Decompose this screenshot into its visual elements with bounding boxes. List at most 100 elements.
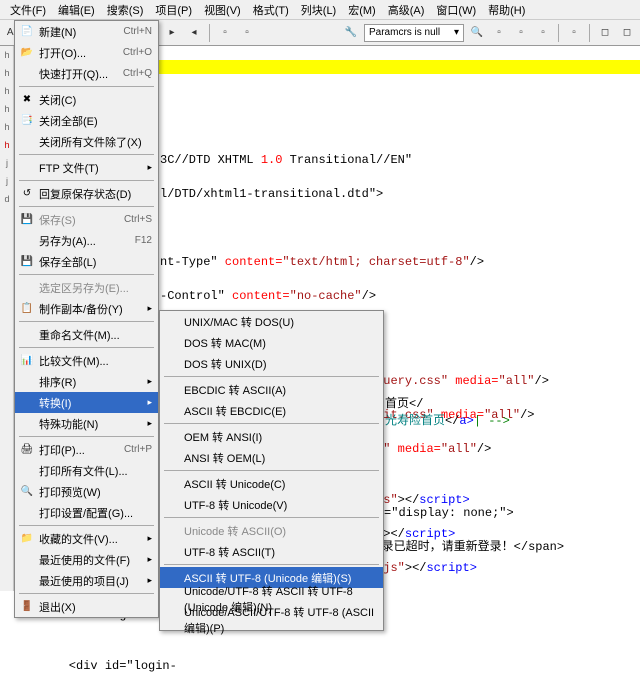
submenu-item[interactable]: Unicode 转 ASCII(O) (160, 520, 383, 541)
menu-icon (164, 450, 180, 466)
tool-icon[interactable]: ▫ (534, 24, 552, 42)
menu-item[interactable]: 💾保存(S)Ctrl+S (15, 209, 158, 230)
menu-icon: 📂 (19, 45, 35, 61)
menu-icon: 💾 (19, 212, 35, 228)
menu-item[interactable]: 帮助(H) (482, 0, 531, 19)
submenu-item[interactable]: ASCII 转 Unicode(C) (160, 473, 383, 494)
menu-item[interactable]: 编辑(E) (52, 0, 101, 19)
menu-icon: 📊 (19, 353, 35, 369)
menu-icon (164, 544, 180, 560)
menu-icon (164, 403, 180, 419)
menu-icon: 📑 (19, 113, 35, 129)
menu-item[interactable]: 快速打开(Q)...Ctrl+Q (15, 63, 158, 84)
menu-icon (164, 497, 180, 513)
menu-icon (164, 314, 180, 330)
tool-icon[interactable]: ▫ (565, 24, 583, 42)
outdent-icon[interactable]: ◂ (185, 24, 203, 42)
menu-icon: 🔍 (19, 484, 35, 500)
menu-icon (164, 570, 180, 586)
menu-icon (19, 134, 35, 150)
menu-item[interactable]: 📂打开(O)...Ctrl+O (15, 42, 158, 63)
menu-icon (19, 66, 35, 82)
menu-item[interactable]: 🔍打印预览(W) (15, 481, 158, 502)
menu-item[interactable]: 最近使用的项目(J)▸ (15, 570, 158, 591)
tool-icon[interactable]: ▫ (490, 24, 508, 42)
menu-item[interactable]: 最近使用的文件(F)▸ (15, 549, 158, 570)
menu-item[interactable]: 排序(R)▸ (15, 371, 158, 392)
indent-icon[interactable]: ▸ (163, 24, 181, 42)
submenu-item[interactable]: UNIX/MAC 转 DOS(U) (160, 311, 383, 332)
menu-item[interactable]: ↺回复原保存状态(D) (15, 183, 158, 204)
menu-icon: 📄 (19, 24, 35, 40)
menu-icon (19, 552, 35, 568)
tab-icons: hhhhhhjjd (0, 46, 14, 208)
menu-item[interactable]: 打印设置/配置(G)... (15, 502, 158, 523)
menu-item[interactable]: 转换(I)▸ (15, 392, 158, 413)
menu-item[interactable]: 宏(M) (342, 0, 382, 19)
menu-item[interactable]: 视图(V) (198, 0, 247, 19)
menu-item[interactable]: 特殊功能(N)▸ (15, 413, 158, 434)
menu-item[interactable]: 文件(F) (4, 0, 52, 19)
menu-item[interactable]: 窗口(W) (430, 0, 482, 19)
menu-item[interactable]: 打印所有文件(L)... (15, 460, 158, 481)
menu-item[interactable]: 📊比较文件(M)... (15, 350, 158, 371)
menu-icon (164, 476, 180, 492)
tool-icon[interactable]: 🔧 (342, 24, 360, 42)
menu-item[interactable]: FTP 文件(T)▸ (15, 157, 158, 178)
menu-item[interactable]: 🖨打印(P)...Ctrl+P (15, 439, 158, 460)
submenu-item[interactable]: UTF-8 转 Unicode(V) (160, 494, 383, 515)
tool-icon[interactable]: ▫ (238, 24, 256, 42)
menubar: 文件(F)编辑(E)搜索(S)项目(P)视图(V)格式(T)列块(L)宏(M)高… (0, 0, 640, 20)
menu-icon (19, 327, 35, 343)
menu-item[interactable]: 格式(T) (247, 0, 295, 19)
menu-item[interactable]: ✖关闭(C) (15, 89, 158, 110)
submenu-item[interactable]: OEM 转 ANSI(I) (160, 426, 383, 447)
submenu-item[interactable]: EBCDIC 转 ASCII(A) (160, 379, 383, 400)
menu-icon: 💾 (19, 254, 35, 270)
menu-icon (164, 335, 180, 351)
menu-item[interactable]: 列块(L) (295, 0, 342, 19)
submenu-item[interactable]: ANSI 转 OEM(L) (160, 447, 383, 468)
menu-item[interactable]: 搜索(S) (101, 0, 150, 19)
menu-icon (164, 429, 180, 445)
menu-item[interactable]: 💾保存全部(L) (15, 251, 158, 272)
menu-icon (19, 416, 35, 432)
menu-item[interactable]: 关闭所有文件除了(X) (15, 131, 158, 152)
menu-icon (164, 382, 180, 398)
menu-item[interactable]: 项目(P) (149, 0, 198, 19)
submenu-item[interactable]: DOS 转 MAC(M) (160, 332, 383, 353)
menu-icon (19, 280, 35, 296)
menu-item[interactable]: 重命名文件(M)... (15, 324, 158, 345)
menu-icon: ↺ (19, 186, 35, 202)
submenu-item[interactable]: Unicode/ASCII/UTF-8 转 UTF-8 (ASCII 编辑)(P… (160, 609, 383, 630)
menu-item[interactable]: 高级(A) (382, 0, 431, 19)
menu-icon: 📋 (19, 301, 35, 317)
convert-submenu: UNIX/MAC 转 DOS(U)DOS 转 MAC(M)DOS 转 UNIX(… (159, 310, 384, 631)
tool-icon[interactable]: ◻ (596, 24, 614, 42)
menu-icon: 🖨 (19, 442, 35, 458)
menu-icon (19, 395, 35, 411)
menu-icon (19, 573, 35, 589)
menu-icon: ✖ (19, 92, 35, 108)
menu-icon (164, 523, 180, 539)
tool-icon[interactable]: ▫ (216, 24, 234, 42)
tool-icon[interactable]: ◻ (618, 24, 636, 42)
menu-item[interactable]: 📋制作副本/备份(Y)▸ (15, 298, 158, 319)
submenu-item[interactable]: UTF-8 转 ASCII(T) (160, 541, 383, 562)
submenu-item[interactable]: ASCII 转 EBCDIC(E) (160, 400, 383, 421)
submenu-item[interactable]: DOS 转 UNIX(D) (160, 353, 383, 374)
menu-item[interactable]: 📄新建(N)Ctrl+N (15, 21, 158, 42)
menu-icon (19, 505, 35, 521)
menu-icon: 📁 (19, 531, 35, 547)
menu-icon (19, 160, 35, 176)
menu-icon (164, 356, 180, 372)
binoculars-icon[interactable]: 🔍 (468, 24, 486, 42)
menu-item[interactable]: 选定区另存为(E)... (15, 277, 158, 298)
tool-icon[interactable]: ▫ (512, 24, 530, 42)
file-menu: 📄新建(N)Ctrl+N📂打开(O)...Ctrl+O快速打开(Q)...Ctr… (14, 20, 159, 618)
menu-item[interactable]: 📑关闭全部(E) (15, 110, 158, 131)
menu-item[interactable]: 📁收藏的文件(V)...▸ (15, 528, 158, 549)
params-dropdown[interactable]: Paramcrs is null▾ (364, 24, 464, 42)
menu-item[interactable]: 另存为(A)...F12 (15, 230, 158, 251)
menu-item[interactable]: 🚪退出(X) (15, 596, 158, 617)
